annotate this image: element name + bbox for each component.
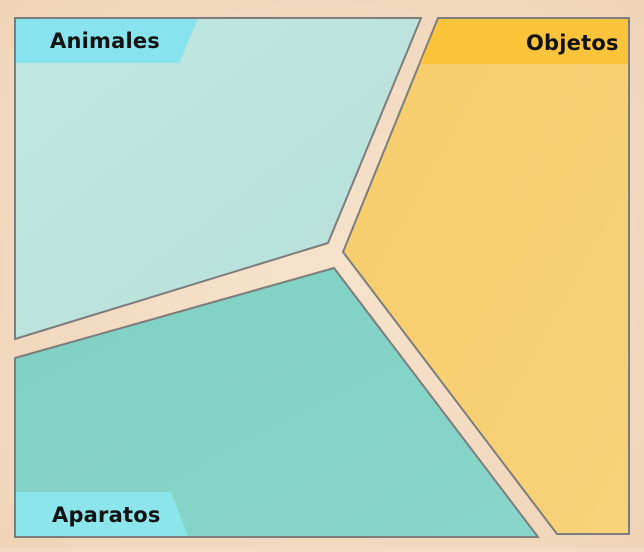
sorting-board: Animales Objetos Aparatos [0, 0, 644, 548]
category-label-objetos: Objetos [526, 31, 619, 55]
category-label-aparatos: Aparatos [52, 503, 161, 527]
board-canvas [0, 0, 644, 548]
category-label-animales: Animales [50, 29, 160, 53]
